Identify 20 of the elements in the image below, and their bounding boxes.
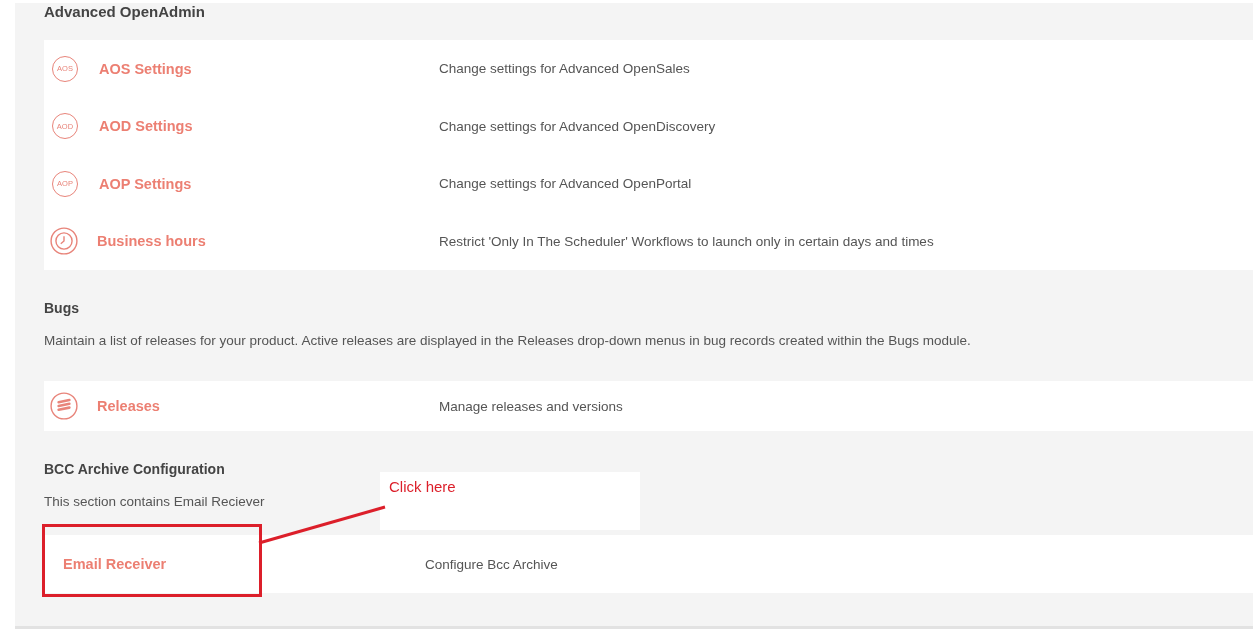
setting-description: Manage releases and versions xyxy=(439,398,623,414)
settings-link[interactable]: AOP Settings xyxy=(99,175,192,192)
section-description: This section contains Email Reciever xyxy=(44,494,265,509)
setting-description: Configure Bcc Archive xyxy=(425,556,558,572)
setting-description: Restrict 'Only In The Scheduler' Workflows to launch only in certain days and times xyxy=(439,233,934,249)
clock-icon xyxy=(50,227,78,256)
settings-link[interactable]: AOD Settings xyxy=(99,118,193,135)
setting-description: Change settings for Advanced OpenSales xyxy=(439,61,690,77)
section-title: Advanced OpenAdmin xyxy=(44,3,206,20)
layers-icon xyxy=(50,392,78,420)
setting-description: Change settings for Advanced OpenPortal xyxy=(439,176,692,192)
settings-link[interactable]: Releases xyxy=(97,398,160,414)
setting-description: Change settings for Advanced OpenDiscovery xyxy=(439,118,716,134)
settings-link[interactable]: AOS Settings xyxy=(99,60,192,77)
annotation-text: Click here xyxy=(389,478,456,495)
settings-link[interactable]: Business hours xyxy=(97,233,206,250)
section-title: Bugs xyxy=(44,299,80,316)
section-title: BCC Archive Configuration xyxy=(44,460,226,477)
settings-link[interactable]: Email Receiver xyxy=(63,556,167,572)
section-description: Maintain a list of releases for your product. Active releases are displayed in the Releases drop-down menus in bug records created within the Bugs module. xyxy=(44,333,971,348)
